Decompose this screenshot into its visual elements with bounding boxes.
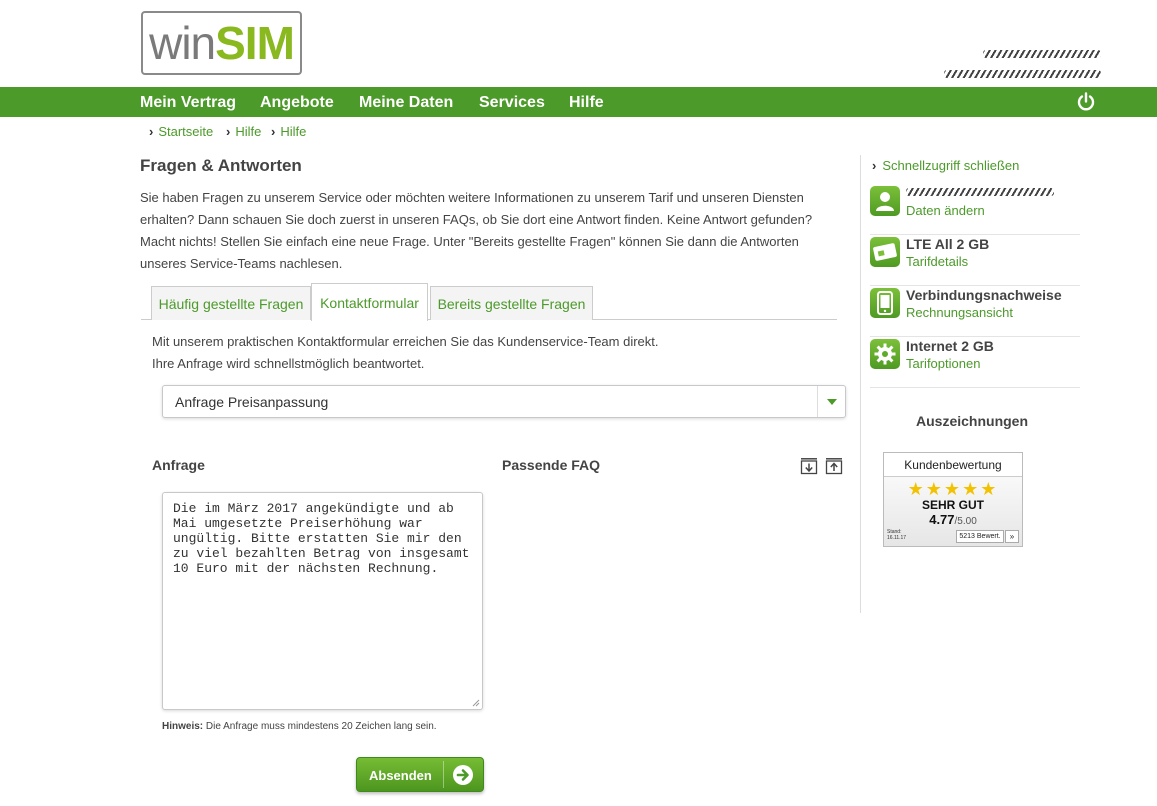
- sidebar-item-connections: Verbindungsnachweise Rechnungsansicht: [870, 286, 1080, 337]
- close-quick-access-link[interactable]: Schnellzugriff schließen: [872, 158, 1019, 173]
- sidebar-item-user: Daten ändern: [870, 184, 1080, 235]
- sidebar-item-internet: Internet 2 GB Tarifoptionen: [870, 337, 1080, 388]
- expand-all-icon[interactable]: [800, 457, 818, 475]
- badge-stand-date: 16.11.17: [887, 535, 907, 541]
- rating-stars-icon: ★★★★★: [907, 479, 999, 499]
- breadcrumb-startseite[interactable]: Startseite: [149, 124, 213, 139]
- redacted-account-name: [906, 188, 1054, 196]
- customer-rating-badge[interactable]: Kundenbewertung ★★★★★ SEHR GUT 4.77/5.00…: [883, 452, 1023, 547]
- phone-icon: [870, 288, 900, 318]
- badge-grade: SEHR GUT: [921, 498, 984, 512]
- form-description-line2: Ihre Anfrage wird schnellstmöglich beant…: [152, 356, 425, 371]
- hint-message: Die Anfrage muss mindestens 20 Zeichen l…: [205, 721, 437, 732]
- tab-haeufig-gestellte-fragen[interactable]: Häufig gestellte Fragen: [151, 286, 311, 320]
- internet-title: Internet 2 GB: [906, 338, 994, 354]
- intro-text: Sie haben Fragen zu unserem Service oder…: [140, 190, 813, 271]
- link-tarifoptionen[interactable]: Tarifoptionen: [906, 356, 980, 371]
- awards-title: Auszeichnungen: [916, 413, 1029, 429]
- link-rechnungsansicht[interactable]: Rechnungsansicht: [906, 305, 1013, 320]
- request-label: Anfrage: [152, 457, 205, 473]
- redacted-user-name: [983, 50, 1101, 58]
- sim-card-icon: [870, 237, 900, 267]
- logo-text-sim: SIM: [215, 17, 295, 69]
- nav-angebote[interactable]: Angebote: [260, 94, 334, 112]
- submit-label: Absenden: [369, 768, 432, 783]
- select-arrow[interactable]: [817, 386, 845, 417]
- connections-title: Verbindungsnachweise: [906, 287, 1062, 303]
- redacted-customer-number: [944, 70, 1101, 78]
- hint-text: Hinweis: Die Anfrage muss mindestens 20 …: [162, 721, 437, 732]
- tariff-name: LTE All 2 GB: [906, 236, 990, 252]
- tab-kontaktformular[interactable]: Kontaktformular: [311, 283, 428, 321]
- breadcrumb-hilfe-current[interactable]: Hilfe: [271, 124, 306, 139]
- badge-header: Kundenbewertung: [884, 453, 1022, 477]
- topic-select-value: Anfrage Preisanpassung: [175, 394, 329, 410]
- tab-label: Häufig gestellte Fragen: [158, 295, 304, 312]
- form-description: Mit unserem praktischen Kontaktformular …: [152, 331, 659, 375]
- hint-label: Hinweis:: [162, 721, 204, 732]
- arrow-right-circle-icon: [453, 765, 473, 785]
- badge-more-button[interactable]: »: [1005, 530, 1019, 543]
- nav-services[interactable]: Services: [479, 94, 545, 112]
- nav-meine-daten[interactable]: Meine Daten: [359, 94, 453, 112]
- badge-score-value: 4.77: [929, 512, 955, 527]
- resize-grip-icon[interactable]: [471, 698, 480, 707]
- nav-hilfe[interactable]: Hilfe: [569, 94, 604, 112]
- faq-label: Passende FAQ: [502, 457, 601, 473]
- submit-button[interactable]: Absenden: [356, 757, 484, 792]
- user-icon: [870, 186, 900, 216]
- topic-select[interactable]: Anfrage Preisanpassung: [162, 385, 846, 418]
- sidebar-item-tariff: LTE All 2 GB Tarifdetails: [870, 235, 1080, 286]
- main-navigation: Mein Vertrag Angebote Meine Daten Servic…: [0, 87, 1157, 117]
- page-title: Fragen & Antworten: [140, 156, 302, 175]
- caret-down-icon: [826, 398, 837, 405]
- tab-label: Kontaktformular: [320, 294, 419, 311]
- request-textarea[interactable]: Die im März 2017 angekündigte und ab Mai…: [162, 492, 483, 710]
- tab-bereits-gestellte-fragen[interactable]: Bereits gestellte Fragen: [430, 286, 593, 320]
- faq-tabs: Häufig gestellte Fragen Kontaktformular …: [141, 283, 837, 321]
- nav-mein-vertrag[interactable]: Mein Vertrag: [140, 94, 236, 112]
- form-description-line1: Mit unserem praktischen Kontaktformular …: [152, 334, 659, 349]
- logo-text-win: win: [149, 17, 216, 69]
- badge-stand: Stand: 16.11.17: [887, 529, 906, 541]
- tab-label: Bereits gestellte Fragen: [437, 295, 586, 312]
- badge-review-count[interactable]: 5213 Bewert.: [956, 530, 1004, 543]
- collapse-all-icon[interactable]: [825, 457, 843, 475]
- link-daten-aendern[interactable]: Daten ändern: [906, 203, 985, 218]
- winsim-logo[interactable]: win SIM: [141, 11, 302, 75]
- logout-power-icon[interactable]: [1076, 92, 1096, 112]
- badge-score-max: /5.00: [954, 516, 977, 527]
- sidebar-divider: [860, 155, 861, 613]
- badge-score: 4.77/5.00: [884, 512, 1022, 529]
- breadcrumb-hilfe[interactable]: Hilfe: [226, 124, 261, 139]
- gear-icon: [870, 339, 900, 369]
- link-tarifdetails[interactable]: Tarifdetails: [906, 254, 968, 269]
- submit-separator: [443, 761, 444, 788]
